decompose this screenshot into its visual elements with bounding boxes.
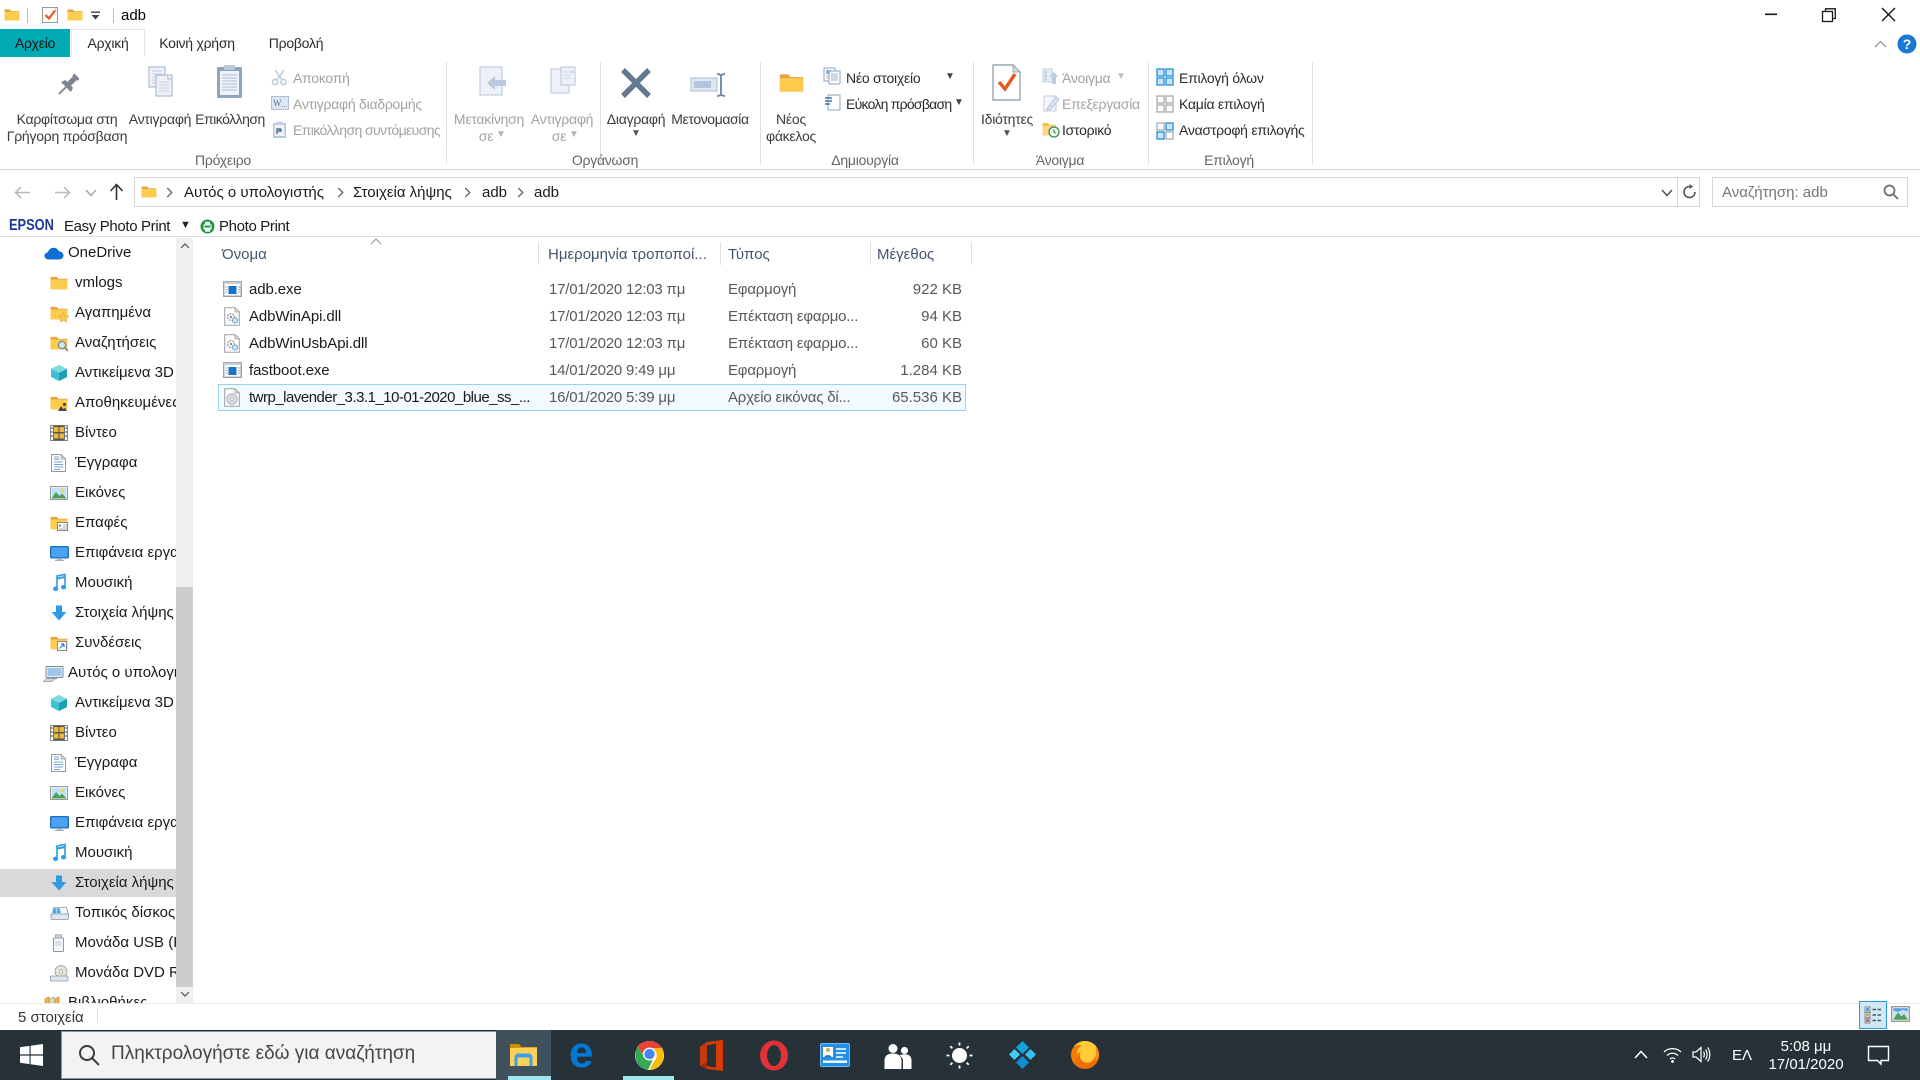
svg-text:?: ? [1903, 36, 1912, 52]
svg-text:...: ... [281, 100, 288, 109]
